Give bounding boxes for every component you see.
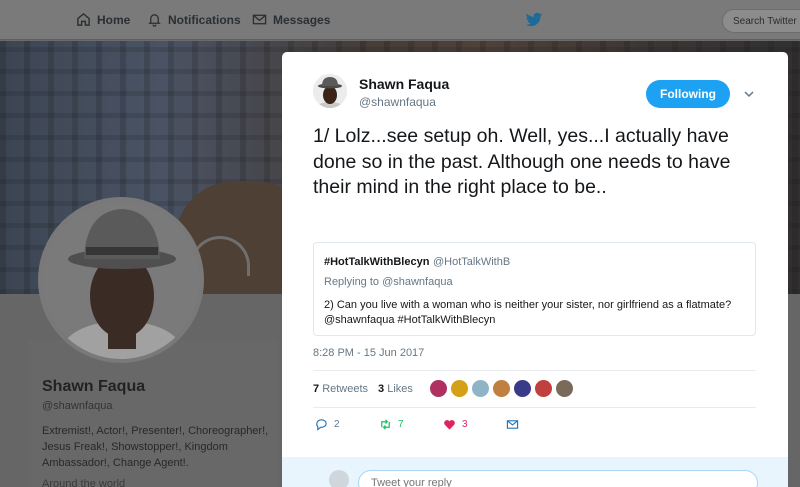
liker-avatar[interactable]	[513, 379, 532, 398]
likers-avatars	[429, 379, 574, 398]
liker-avatar[interactable]	[450, 379, 469, 398]
tweet-author-avatar[interactable]	[313, 74, 347, 108]
retweets-stat[interactable]: 7 Retweets	[313, 383, 368, 395]
quote-author-handle: @HotTalkWithB	[433, 256, 511, 268]
likes-label: Likes	[387, 383, 413, 395]
retweets-label: Retweets	[322, 383, 369, 395]
tweet-modal: Shawn Faqua @shawnfaqua Following 1/ Lol…	[282, 52, 788, 487]
chevron-down-icon[interactable]	[743, 88, 755, 100]
tweet-author-name[interactable]: Shawn Faqua	[359, 76, 449, 92]
retweet-count: 7	[398, 419, 404, 430]
search-input[interactable]: Search Twitter	[722, 9, 800, 33]
divider	[313, 370, 756, 371]
likes-count: 3	[378, 383, 385, 395]
retweet-icon	[381, 419, 390, 430]
liker-avatar[interactable]	[534, 379, 553, 398]
retweet-action[interactable]: 7	[379, 418, 404, 431]
following-button[interactable]: Following	[646, 80, 730, 108]
tweet-author-handle[interactable]: @shawnfaqua	[359, 95, 436, 109]
quote-text: 2) Can you live with a woman who is neit…	[324, 299, 732, 326]
liker-avatar[interactable]	[429, 379, 448, 398]
reply-icon	[316, 419, 327, 431]
liker-avatar[interactable]	[555, 379, 574, 398]
like-count: 3	[462, 419, 468, 430]
author-avatar-portrait	[313, 74, 347, 108]
twitter-bird-icon[interactable]	[525, 12, 543, 28]
nav-messages-label: Messages	[273, 12, 331, 27]
nav-home[interactable]: Home	[76, 12, 130, 27]
reply-composer	[282, 457, 788, 487]
quoted-tweet[interactable]: #HotTalkWithBlecyn @HotTalkWithB Replyin…	[313, 242, 756, 336]
liker-avatar[interactable]	[471, 379, 490, 398]
like-action[interactable]: 3	[443, 418, 468, 431]
nav-notifications-label: Notifications	[168, 12, 241, 27]
reply-count: 2	[334, 419, 340, 430]
envelope-icon	[252, 14, 267, 25]
direct-message-action[interactable]	[506, 418, 519, 431]
nav-notifications[interactable]: Notifications	[147, 12, 241, 27]
home-icon	[77, 12, 90, 26]
nav-home-label: Home	[97, 12, 131, 27]
nav-messages[interactable]: Messages	[252, 12, 330, 27]
likes-stat[interactable]: 3 Likes	[378, 383, 413, 395]
quote-author-name: #HotTalkWithBlecyn	[324, 256, 430, 268]
reply-input[interactable]	[358, 470, 758, 487]
reply-action[interactable]: 2	[315, 418, 340, 431]
tweet-actions: 2 7 3	[313, 418, 613, 434]
bell-icon	[148, 14, 161, 27]
tweet-timestamp[interactable]: 8:28 PM - 15 Jun 2017	[313, 347, 424, 359]
retweets-count: 7	[313, 383, 320, 395]
liker-avatar[interactable]	[492, 379, 511, 398]
envelope-icon	[506, 420, 519, 429]
tweet-text: 1/ Lolz...see setup oh. Well, yes...I ac…	[313, 125, 731, 198]
quote-replying-to: Replying to @shawnfaqua	[324, 276, 453, 288]
current-user-avatar	[329, 470, 349, 487]
divider	[313, 407, 756, 408]
tweet-stats: 7 Retweets 3 Likes	[313, 383, 413, 395]
heart-icon	[444, 420, 455, 430]
top-nav: Home Notifications Messages Search Twitt…	[0, 0, 800, 40]
